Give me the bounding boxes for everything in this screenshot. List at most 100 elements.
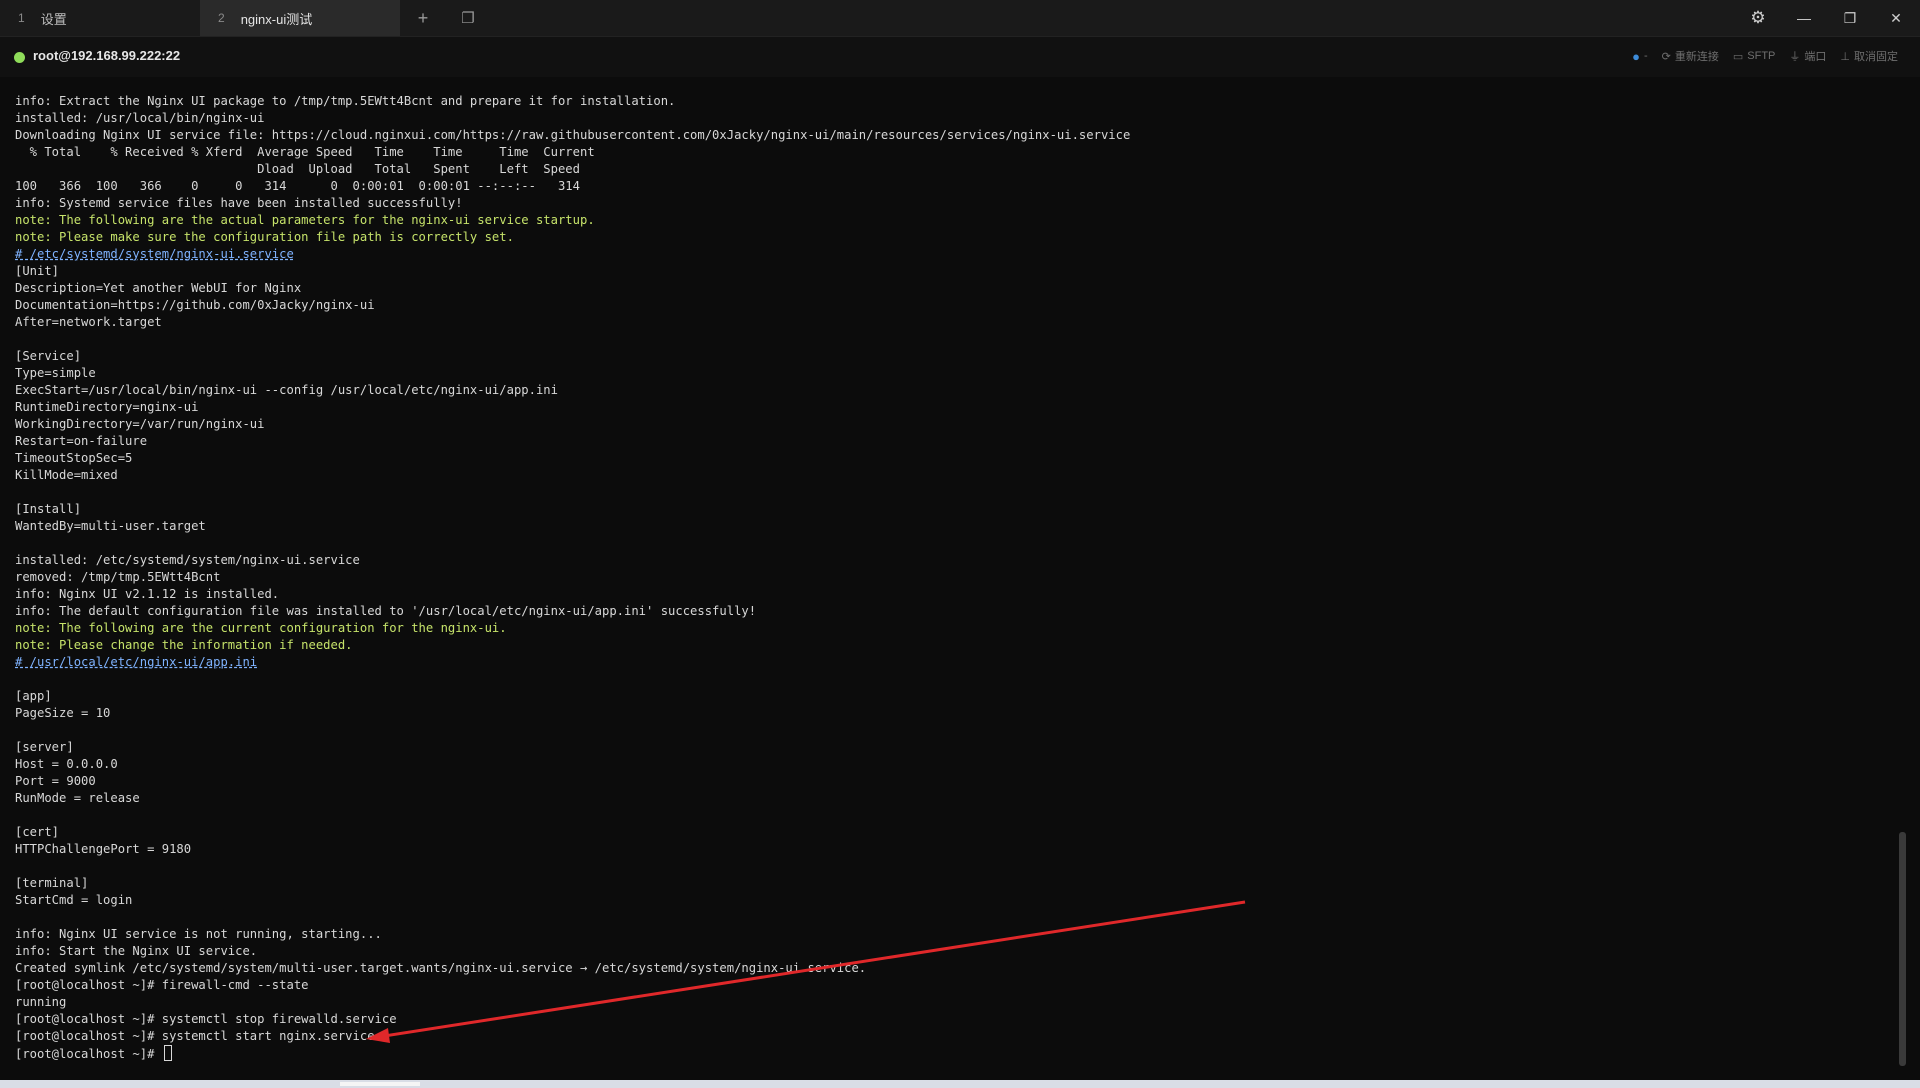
terminal-line-text: [root@localhost ~]# systemctl start ngin… — [15, 1029, 375, 1043]
terminal-line: Host = 0.0.0.0 — [15, 756, 1895, 773]
terminal-line: Documentation=https://github.com/0xJacky… — [15, 297, 1895, 314]
sftp-label: SFTP — [1747, 50, 1776, 62]
terminal-line: 100 366 100 366 0 0 314 0 0:00:01 0:00:0… — [15, 178, 1895, 195]
terminal-line-text: removed: /tmp/tmp.5EWtt4Bcnt — [15, 570, 221, 584]
session-toolbar: ● - ⟳ 重新连接 ▭ SFTP ⏚ 端口 ⊥ 取消固定 — [1632, 48, 1898, 64]
terminal-line: RuntimeDirectory=nginx-ui — [15, 399, 1895, 416]
tab-nginx-ui-test[interactable]: 2 nginx-ui测试 — [200, 0, 400, 36]
terminal-line: [app] — [15, 688, 1895, 705]
new-tab-icon[interactable]: + — [411, 6, 435, 30]
reconnect-label: 重新连接 — [1674, 51, 1719, 63]
terminal-line-text: 100 366 100 366 0 0 314 0 0:00:01 0:00:0… — [15, 179, 580, 193]
connection-status-dot — [14, 52, 25, 63]
terminal-line: HTTPChallengePort = 9180 — [15, 841, 1895, 858]
terminal-line-text: [app] — [15, 689, 52, 703]
terminal-line-text: info: Nginx UI service is not running, s… — [15, 927, 382, 941]
unpin-button[interactable]: ⊥ 取消固定 — [1840, 48, 1898, 64]
terminal-line: info: Nginx UI v2.1.12 is installed. — [15, 586, 1895, 603]
port-label: 端口 — [1804, 51, 1827, 63]
terminal-line: [root@localhost ~]# — [15, 1045, 1895, 1062]
terminal-line: info: Start the Nginx UI service. — [15, 943, 1895, 960]
highlight-toggle[interactable]: ● - — [1632, 49, 1648, 64]
terminal-line: RunMode = release — [15, 790, 1895, 807]
terminal-line: Restart=on-failure — [15, 433, 1895, 450]
tab-bar: 1 设置 2 nginx-ui测试 + ❐ ⚙ — ❐ ✕ — [0, 0, 1920, 37]
tab-overview-icon[interactable]: ❐ — [456, 6, 480, 30]
terminal-line: Port = 9000 — [15, 773, 1895, 790]
terminal-line: [root@localhost ~]# systemctl start ngin… — [15, 1028, 1895, 1045]
tab-number: 2 — [218, 11, 225, 25]
terminal-line: StartCmd = login — [15, 892, 1895, 909]
terminal-line-text: info: The default configuration file was… — [15, 604, 757, 618]
terminal-line: Created symlink /etc/systemd/system/mult… — [15, 960, 1895, 977]
terminal-output[interactable]: info: Extract the Nginx UI package to /t… — [15, 93, 1895, 1062]
terminal-line-text: running — [15, 995, 67, 1009]
terminal-line-text: Port = 9000 — [15, 774, 96, 788]
port-button[interactable]: ⏚ 端口 — [1789, 48, 1826, 64]
terminal-line-text: installed: /usr/local/bin/nginx-ui — [15, 111, 265, 125]
terminal-line-text: [cert] — [15, 825, 60, 839]
terminal-line-text: [Service] — [15, 349, 82, 363]
terminal-line: [root@localhost ~]# systemctl stop firew… — [15, 1011, 1895, 1028]
highlight-suffix: - — [1643, 50, 1648, 62]
terminal-line-text: Documentation=https://github.com/0xJacky… — [15, 298, 375, 312]
minimize-icon[interactable]: — — [1784, 4, 1824, 32]
settings-gear-icon[interactable]: ⚙ — [1738, 4, 1778, 32]
terminal-line: # /usr/local/etc/nginx-ui/app.ini — [15, 654, 1895, 671]
terminal-line-text: Type=simple — [15, 366, 96, 380]
terminal-line-text: info: Start the Nginx UI service. — [15, 944, 258, 958]
reconnect-button[interactable]: ⟳ 重新连接 — [1662, 48, 1719, 64]
terminal-line: installed: /etc/systemd/system/nginx-ui.… — [15, 552, 1895, 569]
terminal-line: [cert] — [15, 824, 1895, 841]
terminal-line-text: info: Extract the Nginx UI package to /t… — [15, 94, 676, 108]
terminal-scrollbar[interactable] — [1899, 832, 1906, 1066]
tab-label: nginx-ui测试 — [240, 11, 313, 27]
terminal-line: note: The following are the current conf… — [15, 620, 1895, 637]
unpin-label: 取消固定 — [1854, 51, 1898, 63]
terminal-line: note: Please change the information if n… — [15, 637, 1895, 654]
restore-icon[interactable]: ❐ — [1830, 4, 1870, 32]
terminal-line: info: The default configuration file was… — [15, 603, 1895, 620]
terminal-line-text: info: Nginx UI v2.1.12 is installed. — [15, 587, 280, 601]
tab-settings[interactable]: 1 设置 — [0, 0, 200, 36]
terminal-line-text: % Total % Received % Xferd Average Speed… — [15, 145, 595, 159]
pin-icon: ⊥ — [1840, 50, 1850, 63]
terminal-line-text: info: Systemd service files have been in… — [15, 196, 463, 210]
terminal-line: WantedBy=multi-user.target — [15, 518, 1895, 535]
terminal-line-text: note: The following are the current conf… — [15, 621, 507, 635]
terminal-line-text: After=network.target — [15, 315, 162, 329]
plug-icon: ⏚ — [1789, 51, 1801, 63]
terminal-line-text: KillMode=mixed — [15, 468, 118, 482]
terminal-line: PageSize = 10 — [15, 705, 1895, 722]
close-icon[interactable]: ✕ — [1876, 4, 1916, 32]
terminal-line: info: Extract the Nginx UI package to /t… — [15, 93, 1895, 110]
terminal-line-text: WorkingDirectory=/var/run/nginx-ui — [15, 417, 265, 431]
terminal-line: removed: /tmp/tmp.5EWtt4Bcnt — [15, 569, 1895, 586]
sftp-button[interactable]: ▭ SFTP — [1733, 50, 1776, 63]
terminal-line-text: WantedBy=multi-user.target — [15, 519, 206, 533]
terminal-line: note: Please make sure the configuration… — [15, 229, 1895, 246]
terminal-cursor — [163, 1045, 172, 1061]
terminal-line-text: note: The following are the actual param… — [15, 213, 595, 227]
lightbulb-icon: ● — [1632, 48, 1640, 64]
terminal-line: TimeoutStopSec=5 — [15, 450, 1895, 467]
terminal-line-text: [Unit] — [15, 264, 60, 278]
terminal-line-text: [root@localhost ~]# firewall-cmd --state — [15, 978, 309, 992]
terminal-line: [root@localhost ~]# firewall-cmd --state — [15, 977, 1895, 994]
terminal-line: Description=Yet another WebUI for Nginx — [15, 280, 1895, 297]
session-host: root@192.168.99.222:22 — [33, 48, 181, 63]
refresh-icon: ⟳ — [1661, 50, 1671, 63]
terminal-line-text: installed: /etc/systemd/system/nginx-ui.… — [15, 553, 360, 567]
tab-number: 1 — [18, 11, 25, 25]
terminal-line-text: PageSize = 10 — [15, 706, 111, 720]
terminal-line: note: The following are the actual param… — [15, 212, 1895, 229]
terminal-line-text: RuntimeDirectory=nginx-ui — [15, 400, 199, 414]
terminal-line-text: # /usr/local/etc/nginx-ui/app.ini — [15, 655, 258, 669]
terminal-line: [Service] — [15, 348, 1895, 365]
terminal-line-text: [root@localhost ~]# systemctl stop firew… — [15, 1012, 397, 1026]
terminal-line-text: ExecStart=/usr/local/bin/nginx-ui --conf… — [15, 383, 558, 397]
terminal-line-text: Restart=on-failure — [15, 434, 148, 448]
